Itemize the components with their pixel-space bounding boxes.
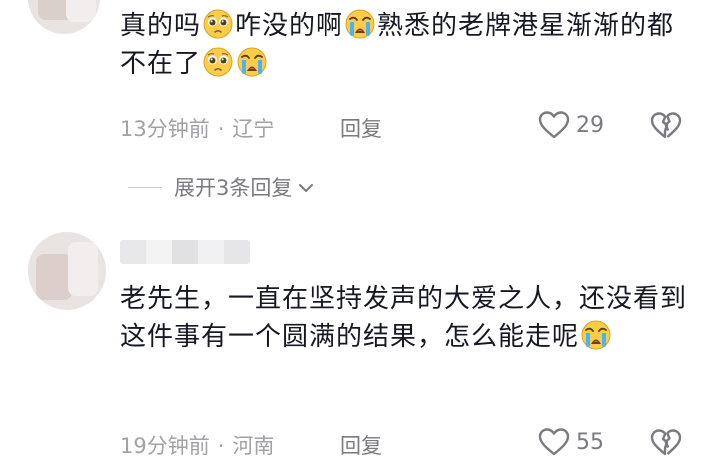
like-count: 29 [576, 112, 604, 138]
reply-button[interactable]: 回复 [340, 430, 382, 460]
expand-replies-label: 展开3条回复 [174, 176, 293, 200]
comment-text-segment: 真的吗 [120, 11, 202, 41]
separator-dot: · [217, 117, 225, 141]
expand-replies-button[interactable]: 展开3条回复 [128, 172, 314, 202]
heart-icon [538, 427, 570, 457]
divider-line [128, 186, 162, 188]
comment-meta: 13分钟前 · 辽宁 [120, 113, 274, 143]
separator-dot: · [217, 434, 225, 458]
like-count: 55 [576, 429, 604, 455]
like-button[interactable]: 29 [538, 110, 604, 140]
comment-location: 河南 [232, 434, 275, 458]
reply-button[interactable]: 回复 [340, 113, 382, 143]
broken-heart-icon [650, 111, 682, 141]
comment-location: 辽宁 [232, 117, 275, 141]
crying-face-emoji [344, 8, 376, 40]
avatar[interactable] [28, 232, 106, 310]
crying-face-emoji [236, 46, 268, 78]
chevron-down-icon [298, 175, 314, 199]
comment-text: 老先生，一直在坚持发声的大爱之人，还没看到这件事有一个圆满的结果，怎么能走呢 [120, 280, 700, 356]
username-blurred[interactable] [120, 240, 250, 264]
dislike-button[interactable] [650, 111, 682, 141]
dislike-button[interactable] [650, 428, 682, 458]
crying-face-emoji [580, 319, 612, 351]
avatar[interactable] [28, 0, 100, 34]
like-button[interactable]: 55 [538, 427, 604, 457]
comment-text: 真的吗 咋没的啊 熟悉的老牌港星渐渐的都不在了 [120, 7, 700, 83]
pleading-face-emoji [202, 46, 234, 78]
comment-time: 13分钟前 [120, 117, 210, 141]
heart-icon [538, 110, 570, 140]
comment-time: 19分钟前 [120, 434, 210, 458]
pleading-face-emoji [202, 8, 234, 40]
comment-text-segment: 咋没的啊 [235, 11, 344, 41]
broken-heart-icon [650, 428, 682, 458]
comment-meta: 19分钟前 · 河南 [120, 430, 274, 460]
